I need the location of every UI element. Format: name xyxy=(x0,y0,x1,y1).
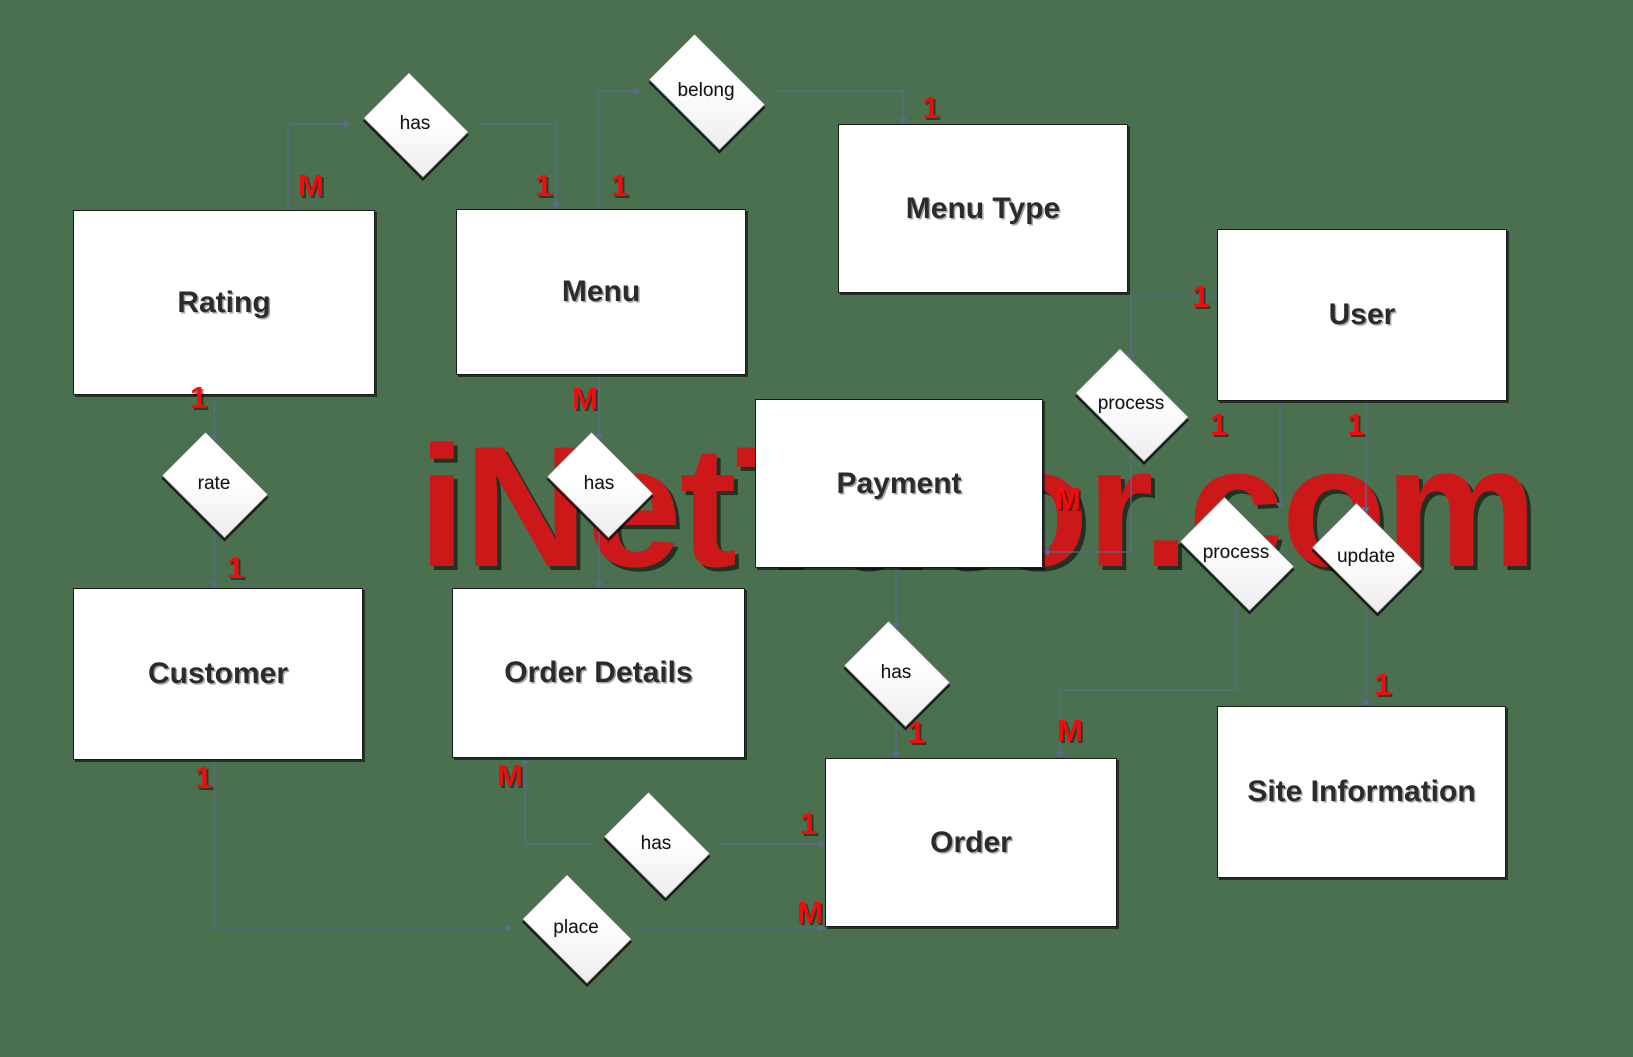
connector-orderdetails-to-has3 xyxy=(524,758,595,845)
entity-label-rating: Rating xyxy=(177,285,271,319)
entity-label-menu_type: Menu Type xyxy=(905,191,1061,225)
cardinality-label: 1 xyxy=(227,550,245,585)
entity-menu[interactable]: Menu xyxy=(456,209,746,375)
cardinality-label: M xyxy=(1055,481,1081,516)
relationship-menu_orderdetails_has[interactable]: has xyxy=(538,431,660,539)
cardinality-label: 1 xyxy=(908,715,926,750)
entity-payment[interactable]: Payment xyxy=(755,399,1043,568)
cardinality-label: 1 xyxy=(800,806,818,841)
relationship-orderdetails_order_has[interactable]: has xyxy=(595,791,717,899)
relationship-label-rating_customer_rate: rate xyxy=(197,473,231,494)
entity-label-order_details: Order Details xyxy=(504,656,693,689)
relationship-payment_order_has[interactable]: has xyxy=(835,620,957,728)
cardinality-label: M xyxy=(1057,713,1083,748)
cardinality-label: 1 xyxy=(1192,279,1210,314)
relationship-user_order_process[interactable]: process xyxy=(1167,496,1305,612)
cardinality-label: 1 xyxy=(1210,407,1228,442)
cardinality-label: 1 xyxy=(190,380,208,415)
relationship-rating_menu_has[interactable]: has xyxy=(356,72,474,178)
cardinality-label: M xyxy=(797,895,823,930)
cardinality-label: 1 xyxy=(611,168,629,203)
cardinality-label: M xyxy=(298,168,324,203)
connector-customer-to-place xyxy=(213,760,512,929)
arrowhead-process1-to-payment xyxy=(1043,547,1049,557)
relationship-label-customer_order_place: place xyxy=(553,917,599,938)
relationship-label-payment_order_has: has xyxy=(880,662,912,683)
relationship-menu_menutype_belong[interactable]: belong xyxy=(636,33,776,151)
relationship-rating_customer_rate[interactable]: rate xyxy=(152,431,276,539)
entity-menu_type[interactable]: Menu Type xyxy=(838,124,1128,293)
entity-label-menu: Menu xyxy=(561,275,641,308)
entity-site_info[interactable]: Site Information xyxy=(1217,706,1506,878)
cardinality-label: 1 xyxy=(195,760,213,795)
cardinality-label: 1 xyxy=(1347,407,1365,442)
relationship-label-menu_orderdetails_has: has xyxy=(583,473,615,494)
entity-label-user: User xyxy=(1328,298,1396,331)
relationship-user_payment_process[interactable]: process xyxy=(1063,348,1199,462)
entity-label-payment: Payment xyxy=(836,466,962,500)
relationship-label-orderdetails_order_has: has xyxy=(640,833,672,854)
relationship-label-user_siteinfo_update: update xyxy=(1336,546,1396,567)
relationship-label-menu_menutype_belong: belong xyxy=(677,80,735,101)
cardinality-label: M xyxy=(497,758,523,793)
entity-order_details[interactable]: Order Details xyxy=(452,588,745,758)
relationship-label-user_order_process: process xyxy=(1202,542,1270,563)
entity-order[interactable]: Order xyxy=(825,758,1117,927)
cardinality-label: 1 xyxy=(535,168,553,203)
entity-customer[interactable]: Customer xyxy=(73,588,363,760)
relationship-label-rating_menu_has: has xyxy=(399,113,431,134)
cardinality-label: 1 xyxy=(922,90,940,125)
relationship-customer_order_place[interactable]: place xyxy=(512,874,640,984)
entity-label-customer: Customer xyxy=(147,657,289,690)
entity-rating[interactable]: Rating xyxy=(73,210,375,395)
entity-user[interactable]: User xyxy=(1217,229,1507,401)
arrowhead-rating-to-has xyxy=(344,119,350,129)
cardinality-label: M xyxy=(572,381,598,416)
relationship-label-user_payment_process: process xyxy=(1097,393,1165,414)
er-diagram-canvas: iNetTutor.com RatingMenuMenu TypeUserPay… xyxy=(0,0,1633,1057)
cardinality-label: 1 xyxy=(1374,667,1392,702)
connector-process2-to-order xyxy=(1059,597,1237,758)
entity-label-site_info: Site Information xyxy=(1247,775,1476,808)
connector-belong-to-menutype xyxy=(774,90,904,124)
relationship-user_siteinfo_update[interactable]: update xyxy=(1301,502,1431,614)
entity-label-order: Order xyxy=(930,825,1012,859)
